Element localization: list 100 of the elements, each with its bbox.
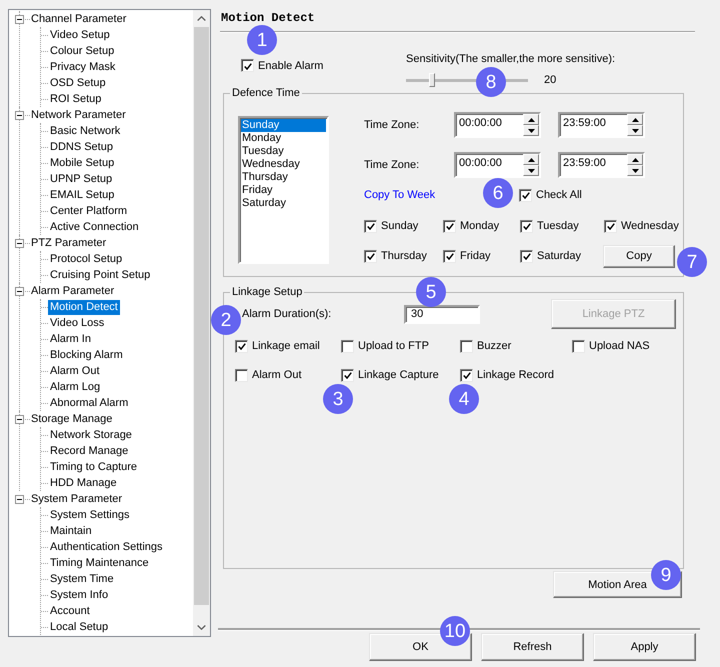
minus-box-icon[interactable] (15, 238, 24, 248)
tree-item[interactable]: Alarm Parameter (30, 284, 116, 298)
tree-item[interactable]: Basic Network (48, 124, 122, 138)
tree-item[interactable]: System Parameter (30, 492, 124, 506)
tree-item[interactable]: Active Connection (48, 220, 141, 234)
spin-down-button[interactable] (627, 165, 643, 176)
minus-box-icon[interactable] (15, 286, 24, 296)
tree-item[interactable]: Motion Detect (48, 300, 120, 314)
day-item[interactable]: Wednesday (241, 158, 326, 171)
checkbox-label: Sunday (381, 220, 418, 232)
tree-item[interactable]: HDD Manage (48, 476, 119, 490)
dialog-button[interactable]: Refresh (481, 633, 584, 661)
checkbox[interactable] (519, 188, 532, 202)
checkbox[interactable] (443, 220, 456, 232)
checkbox[interactable] (241, 59, 254, 72)
spin-down-button[interactable] (627, 125, 643, 136)
spin-up-button[interactable] (523, 154, 539, 165)
tree-item[interactable]: ROI Setup (48, 92, 104, 106)
tree-item[interactable]: Network Storage (48, 428, 134, 442)
tree-item[interactable]: Account (48, 604, 92, 618)
tree-item[interactable]: Timing Maintenance (48, 556, 151, 570)
minus-box-icon[interactable] (15, 494, 24, 504)
tree-item[interactable]: Video Loss (48, 316, 106, 330)
tree-item[interactable]: Center Platform (48, 204, 130, 218)
checkbox-label: Linkage Capture (358, 369, 439, 381)
day-item[interactable]: Saturday (241, 197, 326, 210)
scroll-down-icon[interactable] (197, 625, 206, 630)
spin-up-button[interactable] (627, 114, 643, 125)
tree-item[interactable]: Colour Setup (48, 44, 116, 58)
checkbox[interactable] (520, 250, 533, 262)
scrollbar[interactable] (193, 10, 210, 636)
tree-item[interactable]: Alarm Out (48, 364, 102, 378)
tree-item[interactable]: Protocol Setup (48, 252, 124, 266)
checkmark-icon (522, 192, 530, 199)
tree-item[interactable]: Local Setup (48, 620, 110, 634)
tree-item[interactable]: Storage Manage (30, 412, 114, 426)
tree-item[interactable]: UPNP Setup (48, 172, 114, 186)
spin-up-button[interactable] (523, 114, 539, 125)
time-spinner[interactable]: 00:00:00 (454, 152, 541, 178)
tree-item[interactable]: Blocking Alarm (48, 348, 125, 362)
slider-thumb[interactable] (429, 73, 436, 87)
copy-to-week-link[interactable]: Copy To Week (364, 189, 436, 201)
day-item[interactable]: Tuesday (241, 145, 326, 158)
checkmark-icon (367, 253, 375, 260)
checkbox[interactable] (364, 220, 377, 232)
checkbox[interactable] (460, 340, 473, 352)
checkbox[interactable] (341, 340, 354, 352)
tree-item[interactable]: Abnormal Alarm (48, 396, 130, 410)
spin-up-button[interactable] (627, 154, 643, 165)
minus-box-icon[interactable] (15, 14, 24, 24)
callout-marker: 8 (476, 67, 506, 97)
checkbox[interactable] (443, 250, 456, 262)
callout-marker: 7 (677, 247, 707, 277)
tree-item[interactable]: Channel Parameter (30, 12, 128, 26)
checkbox[interactable] (460, 368, 473, 382)
tree-item[interactable]: Network Parameter (30, 108, 127, 122)
tree-item[interactable]: System Time (48, 572, 116, 586)
spin-down-button[interactable] (523, 125, 539, 136)
scroll-up-icon[interactable] (197, 16, 206, 21)
copy-button[interactable]: Copy (603, 244, 675, 268)
checkbox[interactable] (604, 220, 617, 232)
tree-item[interactable]: DDNS Setup (48, 140, 115, 154)
day-item[interactable]: Sunday (241, 119, 326, 132)
duration-field[interactable]: 30 (404, 304, 480, 324)
day-item[interactable]: Monday (241, 132, 326, 145)
tree-item[interactable]: Maintain (48, 524, 94, 538)
checkbox[interactable] (364, 250, 377, 262)
minus-box-icon[interactable] (15, 110, 24, 120)
tree-item[interactable]: System Settings (48, 508, 132, 522)
tree-item[interactable]: PTZ Parameter (30, 236, 108, 250)
spin-down-button[interactable] (523, 165, 539, 176)
day-list[interactable]: Sunday Monday Tuesday Wednesday Thursday Friday Saturday (238, 116, 329, 264)
checkbox-label: Wednesday (621, 220, 679, 232)
dialog-button[interactable]: Apply (593, 633, 696, 661)
checkbox[interactable] (572, 340, 585, 352)
checkbox[interactable] (341, 368, 354, 382)
tree-item[interactable]: Video Setup (48, 28, 112, 42)
time-spinner[interactable]: 23:59:00 (558, 112, 645, 138)
checkbox[interactable] (235, 340, 248, 352)
tree-item[interactable]: Record Manage (48, 444, 130, 458)
tree-item[interactable]: OSD Setup (48, 76, 108, 90)
checkbox[interactable] (235, 368, 248, 382)
tree-item[interactable]: System Info (48, 588, 110, 602)
scrollbar-thumb[interactable] (194, 27, 209, 605)
time-spinner[interactable]: 23:59:00 (558, 152, 645, 178)
tree-item[interactable]: Authentication Settings (48, 540, 165, 554)
checkbox-label: Linkage email (252, 340, 320, 352)
tree-item[interactable]: Timing to Capture (48, 460, 140, 474)
time-spinner[interactable]: 00:00:00 (454, 112, 541, 138)
tree-item[interactable]: Alarm Log (48, 380, 102, 394)
tree-item[interactable]: EMAIL Setup (48, 188, 116, 202)
tree-item[interactable]: Privacy Mask (48, 60, 118, 74)
minus-box-icon[interactable] (15, 414, 24, 424)
day-item[interactable]: Friday (241, 184, 326, 197)
checkbox-label: Friday (460, 250, 491, 262)
day-item[interactable]: Thursday (241, 171, 326, 184)
checkbox[interactable] (520, 220, 533, 232)
tree-item[interactable]: Cruising Point Setup (48, 268, 152, 282)
tree-item[interactable]: Mobile Setup (48, 156, 116, 170)
tree-item[interactable]: Alarm In (48, 332, 93, 346)
